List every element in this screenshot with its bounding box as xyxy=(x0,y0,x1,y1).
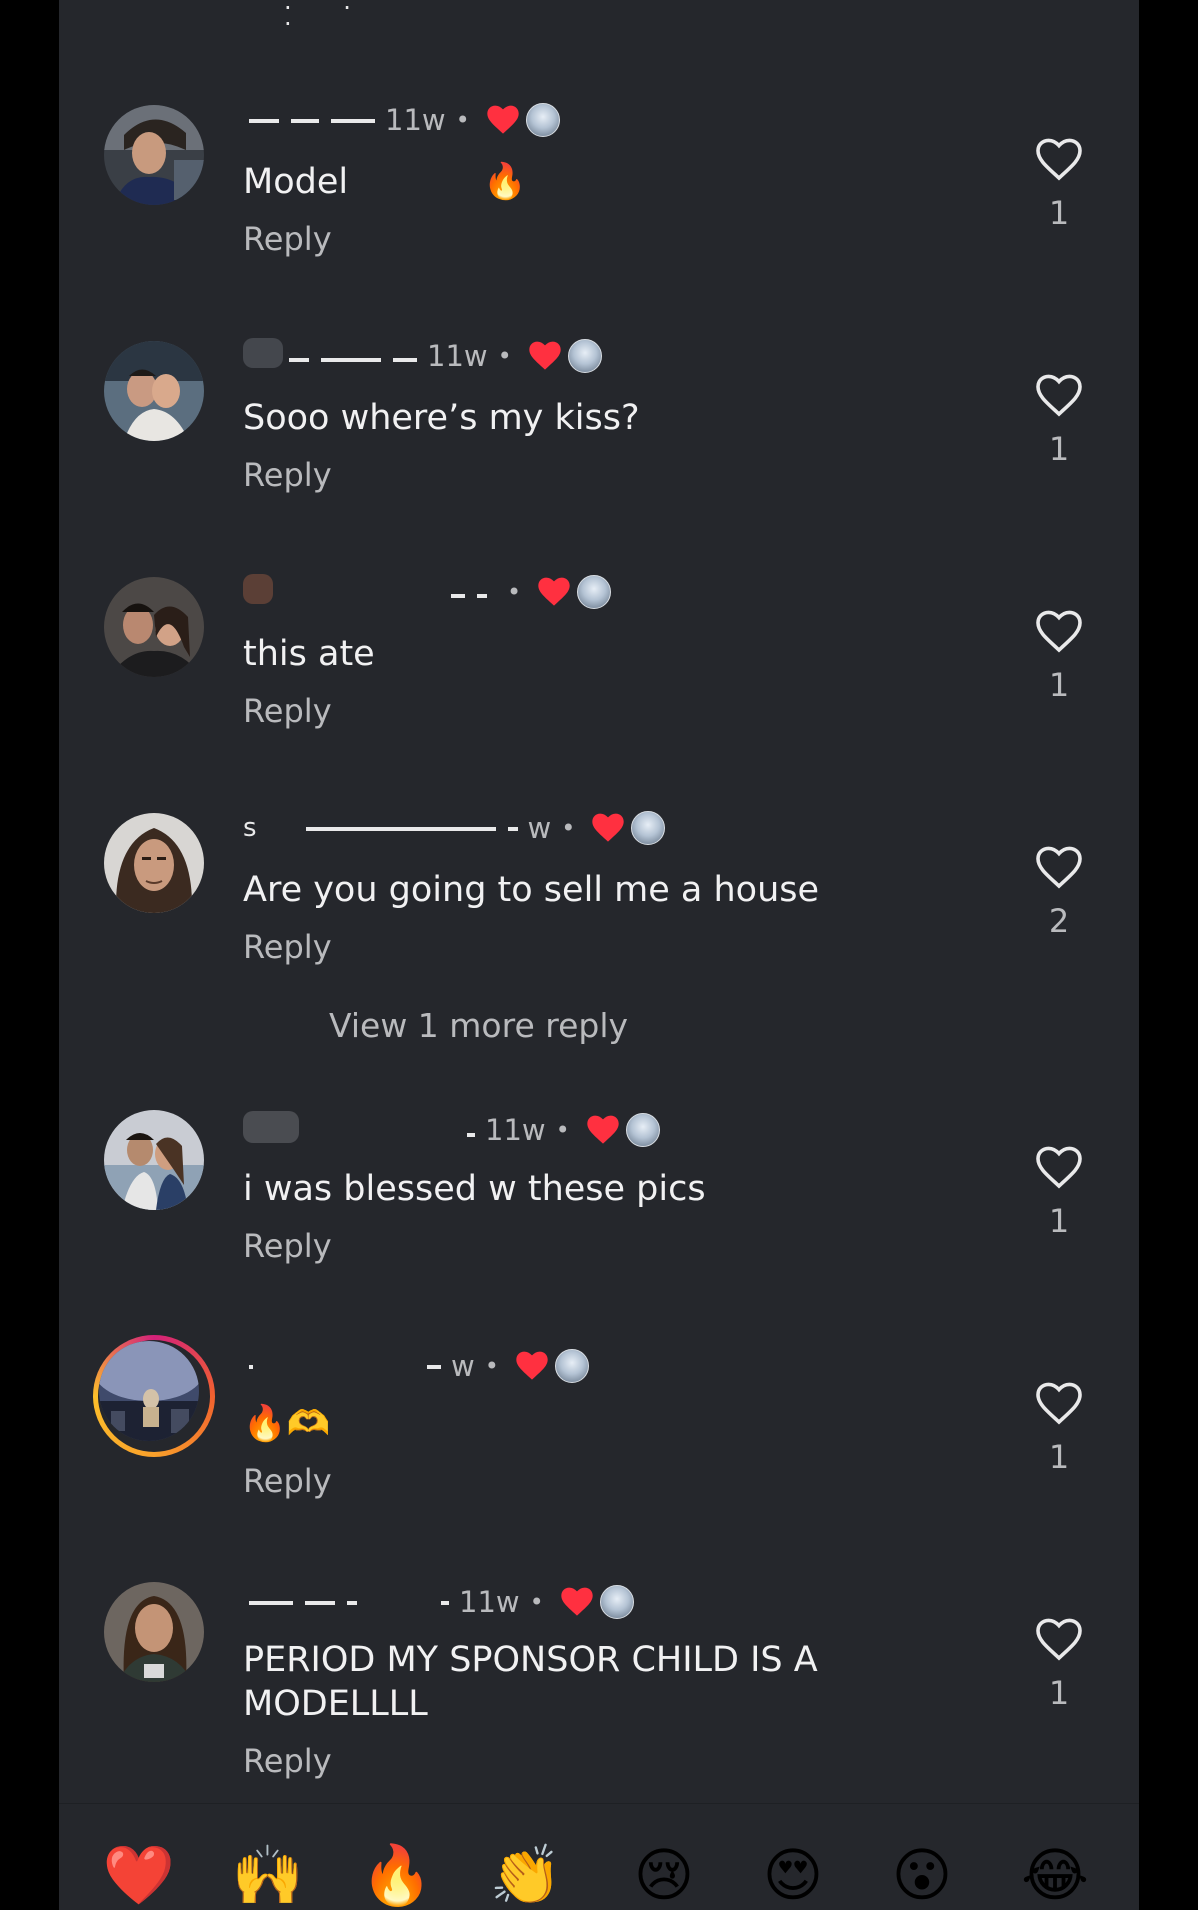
emoji-raised-hands-button[interactable]: 🙌 xyxy=(230,1837,306,1910)
separator-dot: • xyxy=(497,342,512,370)
creator-liked-heart-icon xyxy=(529,341,561,370)
like-column: 2 xyxy=(1031,846,1087,940)
like-count: 2 xyxy=(1048,902,1070,940)
emoji-fire-button[interactable]: 🔥 xyxy=(359,1837,435,1910)
avatar[interactable] xyxy=(104,1582,204,1682)
like-heart-icon[interactable] xyxy=(1035,1382,1083,1426)
separator-dot: • xyxy=(455,106,470,134)
reply-button[interactable]: Reply xyxy=(243,928,332,966)
like-column: 1 xyxy=(1031,610,1087,704)
emoji-crying-button[interactable]: 😢 xyxy=(626,1837,702,1910)
comment-text: i was blessed w these pics xyxy=(243,1169,706,1209)
like-count: 1 xyxy=(1048,1674,1070,1712)
creator-avatar-icon xyxy=(567,339,602,373)
comment-meta: • xyxy=(243,572,612,612)
like-count: 1 xyxy=(1048,666,1070,704)
separator-dot: • xyxy=(561,814,576,842)
avatar-story-ring[interactable] xyxy=(93,1335,215,1457)
separator-dot: • xyxy=(484,1352,499,1380)
username-redacted[interactable] xyxy=(243,1110,481,1150)
comment-text: Model 🔥 xyxy=(243,162,527,202)
reply-button[interactable]: Reply xyxy=(243,1227,332,1265)
comment-meta: 11w • xyxy=(243,1582,634,1622)
like-count: 1 xyxy=(1048,430,1070,468)
creator-avatar-icon xyxy=(599,1585,634,1619)
username-redacted[interactable] xyxy=(243,1587,455,1617)
username-redacted[interactable] xyxy=(243,105,381,135)
like-count: 1 xyxy=(1048,1438,1070,1476)
comment-text: Are you going to sell me a house xyxy=(243,870,820,910)
comment-meta: 11w • xyxy=(243,336,602,376)
emoji-reaction-bar: ❤️ 🙌 🔥 👏 😢 😍 😮 😂 xyxy=(59,1803,1139,1910)
like-heart-icon[interactable] xyxy=(1035,1146,1083,1190)
like-column: 1 xyxy=(1031,374,1087,468)
creator-liked-heart-icon xyxy=(538,577,570,606)
creator-avatar-icon xyxy=(525,103,560,137)
like-count: 1 xyxy=(1048,1202,1070,1240)
avatar[interactable] xyxy=(104,105,204,205)
timestamp: 11w xyxy=(427,339,488,373)
timestamp: w xyxy=(451,1349,475,1383)
creator-avatar-icon xyxy=(577,575,612,609)
timestamp: 11w xyxy=(385,103,446,137)
avatar[interactable] xyxy=(104,813,204,913)
separator-dot: • xyxy=(507,578,522,606)
comment-text: this ate xyxy=(243,634,375,674)
comment-text: PERIOD MY SPONSOR CHILD IS A MODELLLL xyxy=(243,1640,818,1724)
creator-avatar-icon xyxy=(625,1113,660,1147)
like-heart-icon[interactable] xyxy=(1035,138,1083,182)
comment-meta: 11w • xyxy=(243,1110,660,1150)
view-more-replies-button[interactable]: View 1 more reply xyxy=(329,1006,628,1045)
timestamp: w xyxy=(527,811,552,845)
comments-panel: · · · 11w • Model 🔥 Reply 1 11w • Sooo w… xyxy=(59,0,1139,1910)
reply-button[interactable]: Reply xyxy=(243,1742,332,1780)
creator-avatar-icon xyxy=(554,1349,589,1383)
separator-dot: • xyxy=(555,1116,570,1144)
emoji-laughing-button[interactable]: 😂 xyxy=(1017,1837,1093,1910)
like-heart-icon[interactable] xyxy=(1035,846,1083,890)
emoji-heart-eyes-button[interactable]: 😍 xyxy=(755,1837,831,1910)
username-redacted[interactable] xyxy=(243,337,423,375)
like-heart-icon[interactable] xyxy=(1035,610,1083,654)
comment-text: 🔥🫶 xyxy=(243,1404,331,1444)
username-redacted[interactable] xyxy=(243,573,493,611)
like-column: 1 xyxy=(1031,1382,1087,1476)
creator-liked-heart-icon xyxy=(561,1587,593,1616)
like-count: 1 xyxy=(1048,194,1070,232)
comment-meta: 11w • xyxy=(243,100,560,140)
avatar[interactable] xyxy=(104,1110,204,1210)
emoji-heart-button[interactable]: ❤️ xyxy=(101,1837,177,1910)
avatar[interactable] xyxy=(104,577,204,677)
reply-button[interactable]: Reply xyxy=(243,692,332,730)
timestamp: 11w xyxy=(459,1585,520,1619)
username-redacted[interactable]: s xyxy=(243,813,524,843)
separator-dot: • xyxy=(529,1588,544,1616)
reply-button[interactable]: Reply xyxy=(243,220,332,258)
comment-meta: s w • xyxy=(243,808,666,848)
creator-liked-heart-icon xyxy=(587,1115,619,1144)
username-redacted[interactable] xyxy=(243,1351,447,1381)
like-column: 1 xyxy=(1031,138,1087,232)
like-column: 1 xyxy=(1031,1146,1087,1240)
like-column: 1 xyxy=(1031,1618,1087,1712)
creator-liked-heart-icon xyxy=(592,813,625,842)
reply-button[interactable]: Reply xyxy=(243,1462,332,1500)
creator-liked-heart-icon xyxy=(487,105,519,134)
creator-avatar-icon xyxy=(631,811,666,845)
reply-button[interactable]: Reply xyxy=(243,456,332,494)
comment-text: Sooo where’s my kiss? xyxy=(243,398,640,438)
comment-meta: w • xyxy=(243,1346,589,1386)
creator-liked-heart-icon xyxy=(516,1351,548,1380)
timestamp: 11w xyxy=(485,1113,546,1147)
avatar[interactable] xyxy=(104,341,204,441)
previous-comment-remnant: · · · xyxy=(284,0,373,38)
like-heart-icon[interactable] xyxy=(1035,1618,1083,1662)
emoji-clap-button[interactable]: 👏 xyxy=(488,1837,564,1910)
like-heart-icon[interactable] xyxy=(1035,374,1083,418)
emoji-surprised-button[interactable]: 😮 xyxy=(884,1837,960,1910)
